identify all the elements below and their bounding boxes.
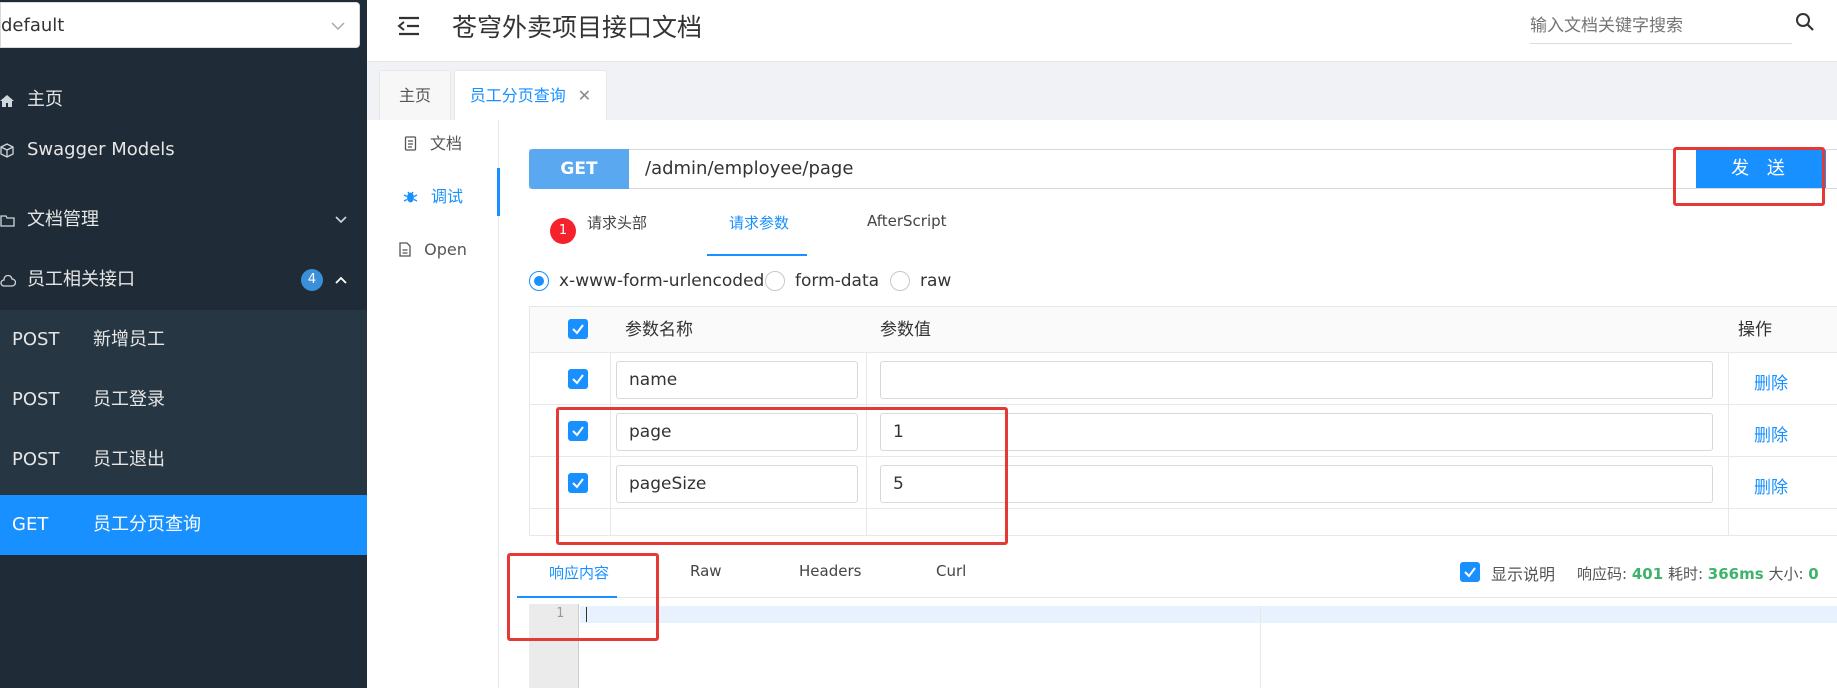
sidebar-item-label: Swagger Models	[27, 139, 175, 160]
active-line-highlight	[580, 606, 1837, 623]
api-title: 员工分页查询	[93, 514, 201, 535]
file-icon	[399, 240, 424, 259]
side-tab-label: 调试	[431, 187, 464, 206]
api-method: GET	[12, 514, 49, 535]
request-url-bar: GET /admin/employee/page	[529, 149, 1837, 189]
status-code-label: 响应码:	[1577, 565, 1628, 583]
chevron-up-icon	[335, 250, 347, 310]
sidebar-item-label: 文档管理	[27, 209, 99, 230]
column-header-name: 参数名称	[625, 320, 693, 340]
api-title: 员工退出	[93, 449, 165, 470]
tab-afterscript[interactable]: AfterScript	[867, 212, 947, 230]
group-select[interactable]: default	[0, 2, 360, 48]
radio-raw[interactable]: raw	[890, 270, 951, 292]
close-icon[interactable]: ✕	[578, 86, 591, 105]
column-header-action: 操作	[1738, 320, 1772, 340]
cube-icon	[0, 120, 20, 180]
param-value-input[interactable]	[880, 361, 1713, 399]
time-label: 耗时:	[1667, 565, 1703, 583]
api-title: 员工登录	[93, 389, 165, 410]
http-method-badge: GET	[529, 149, 629, 189]
show-description-label: 显示说明	[1491, 565, 1556, 584]
side-tab-debug[interactable]: 调试	[367, 168, 500, 216]
tab-request-headers[interactable]: 请求头部	[587, 212, 647, 233]
radio-dot	[529, 271, 549, 291]
editor-split	[1260, 606, 1261, 688]
side-tab-open[interactable]: Open	[367, 235, 499, 265]
count-badge: 4	[301, 269, 323, 291]
radio-label: x-www-form-urlencoded	[559, 271, 765, 291]
menu-fold-icon[interactable]	[397, 14, 421, 38]
sidebar-item-label: 员工相关接口	[27, 269, 135, 290]
page-title: 苍穹外卖项目接口文档	[452, 13, 703, 42]
active-tab-indicator	[707, 254, 807, 256]
page-tabs: 主页 员工分页查询 ✕	[367, 62, 1837, 120]
status-code-value: 401	[1631, 565, 1664, 583]
radio-form-data[interactable]: form-data	[765, 270, 879, 292]
chevron-down-icon	[335, 190, 347, 250]
radio-dot	[890, 271, 910, 291]
sidebar-item-swagger-models[interactable]: Swagger Models	[0, 120, 367, 180]
submenu-employee-api: POST 新增员工 POST 员工登录 POST 员工退出 GET 员工分页查询	[0, 310, 367, 555]
tab-label: 主页	[398, 86, 431, 105]
annotation-box-params	[556, 407, 1008, 545]
radio-label: raw	[920, 271, 952, 291]
tab-employee-page[interactable]: 员工分页查询 ✕	[454, 70, 607, 120]
api-method: POST	[12, 389, 60, 410]
delete-link[interactable]: 删除	[1754, 369, 1788, 394]
row-checkbox[interactable]	[568, 369, 588, 389]
select-all-checkbox[interactable]	[568, 319, 588, 339]
header-count-badge: 1	[550, 218, 576, 244]
size-label: 大小:	[1768, 565, 1804, 583]
radio-label: form-data	[795, 271, 880, 291]
tab-response-headers[interactable]: Headers	[799, 562, 861, 580]
response-editor[interactable]: 1	[529, 604, 1837, 688]
api-method: POST	[12, 329, 60, 350]
api-item-employee-page[interactable]: GET 员工分页查询	[0, 495, 367, 555]
sidebar: default 主页 Swagger Models 文档管理 员工相关接口 4	[0, 0, 367, 688]
api-method: POST	[12, 449, 60, 470]
top-header: 苍穹外卖项目接口文档	[367, 0, 1837, 62]
api-item-employee-login[interactable]: POST 员工登录	[0, 370, 367, 430]
tab-request-params[interactable]: 请求参数	[729, 212, 789, 233]
divider	[517, 597, 1837, 598]
api-item-employee-logout[interactable]: POST 员工退出	[0, 430, 367, 490]
search-icon[interactable]	[1795, 12, 1817, 34]
response-meta: 响应码: 401 耗时: 366ms 大小: 0	[1577, 563, 1819, 584]
side-tab-label: 文档	[430, 134, 463, 153]
annotation-box-response-tab	[507, 553, 659, 641]
tab-label: 员工分页查询	[469, 86, 566, 105]
search-input[interactable]	[1530, 8, 1792, 44]
table-row: name 删除	[530, 353, 1837, 405]
cloud-icon	[0, 250, 20, 310]
size-value: 0	[1808, 565, 1819, 583]
side-tabs: 文档 调试 Open	[367, 120, 500, 688]
tab-response-raw[interactable]: Raw	[690, 562, 722, 580]
delete-link[interactable]: 删除	[1754, 473, 1788, 498]
radio-dot	[765, 271, 785, 291]
document-icon	[404, 134, 430, 153]
radio-x-www-form-urlencoded[interactable]: x-www-form-urlencoded	[529, 270, 764, 292]
tab-home[interactable]: 主页	[379, 70, 451, 120]
side-tab-doc[interactable]: 文档	[367, 129, 499, 159]
api-title: 新增员工	[93, 329, 165, 350]
request-url-input[interactable]: /admin/employee/page	[645, 150, 853, 188]
side-tab-label: Open	[424, 240, 467, 259]
param-name-input[interactable]: name	[616, 361, 858, 399]
group-select-value: default	[1, 15, 65, 36]
api-item-add-employee[interactable]: POST 新增员工	[0, 310, 367, 370]
folder-icon	[0, 190, 20, 250]
show-description-checkbox[interactable]	[1460, 562, 1480, 582]
column-header-value: 参数值	[880, 320, 931, 340]
table-header-row: 参数名称 参数值 操作	[530, 307, 1837, 353]
delete-link[interactable]: 删除	[1754, 421, 1788, 446]
time-value: 366ms	[1707, 565, 1764, 583]
sidebar-item-employee-api[interactable]: 员工相关接口 4	[0, 250, 367, 310]
chevron-down-icon	[331, 3, 345, 49]
annotation-box-send	[1673, 147, 1825, 206]
bug-icon	[403, 187, 431, 206]
sidebar-item-doc-manage[interactable]: 文档管理	[0, 190, 367, 250]
tab-response-curl[interactable]: Curl	[936, 562, 966, 580]
